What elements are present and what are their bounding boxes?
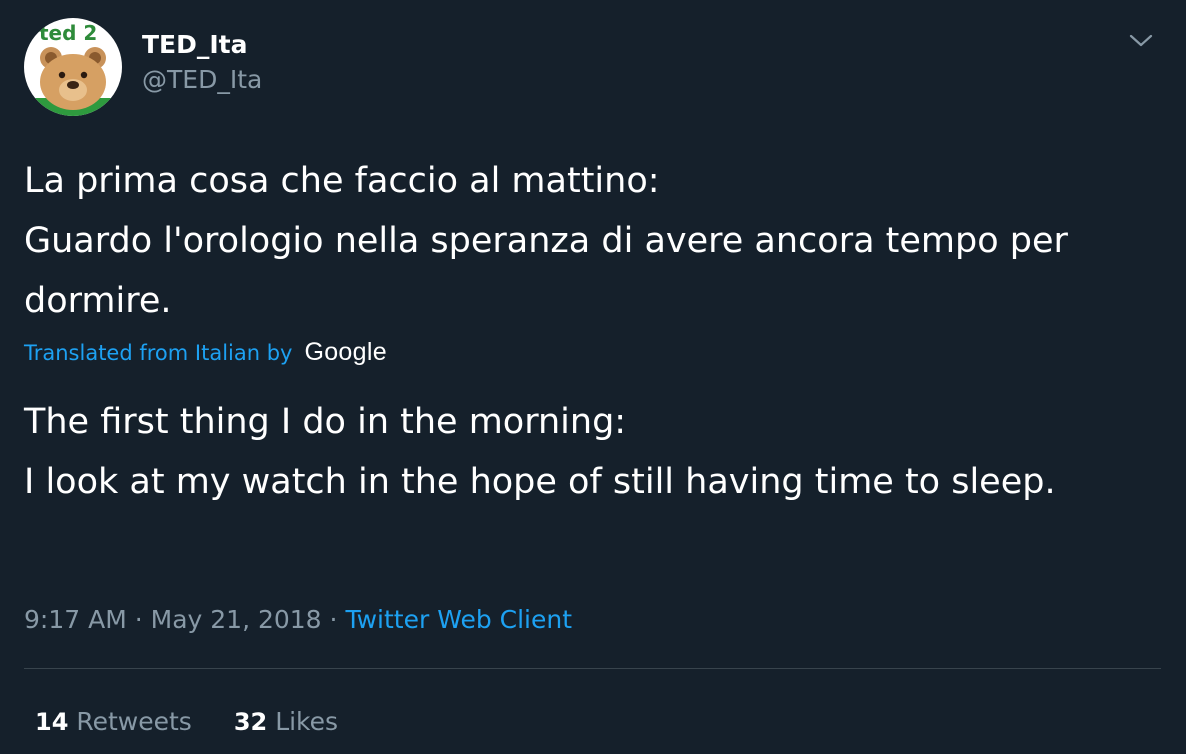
translation-attribution: Translated from Italian by Google — [24, 338, 387, 367]
likes-stat[interactable]: 32 Likes — [234, 702, 338, 742]
tweet-stats: 14 Retweets 32 Likes — [35, 702, 380, 742]
display-name[interactable]: TED_Ita — [142, 28, 262, 62]
likes-label: Likes — [275, 707, 339, 736]
tweet-card: ted 2 TED_Ita @TED_Ita La prima cosa che… — [0, 0, 1186, 754]
user-handle[interactable]: @TED_Ita — [142, 62, 262, 98]
meta-separator: · — [329, 605, 338, 634]
translation-label[interactable]: Translated from Italian by — [24, 341, 292, 365]
tweet-source-link[interactable]: Twitter Web Client — [345, 605, 572, 634]
retweets-count: 14 — [35, 708, 69, 736]
tweet-date[interactable]: May 21, 2018 — [151, 605, 322, 634]
avatar-logo-text: ted 2 — [39, 21, 98, 45]
tweet-meta: 9:17 AM · May 21, 2018 · Twitter Web Cli… — [24, 600, 572, 640]
divider — [24, 668, 1161, 669]
user-names: TED_Ita @TED_Ita — [142, 18, 262, 98]
retweets-stat[interactable]: 14 Retweets — [35, 702, 192, 742]
google-logo: Google — [304, 338, 387, 366]
tweet-header: ted 2 TED_Ita @TED_Ita — [24, 18, 262, 116]
meta-separator: · — [134, 605, 143, 634]
avatar[interactable]: ted 2 — [24, 18, 122, 116]
chevron-down-icon[interactable] — [1126, 28, 1156, 52]
tweet-original-text: La prima cosa che faccio al mattino: Gua… — [24, 161, 1068, 321]
likes-count: 32 — [233, 708, 268, 736]
retweets-label: Retweets — [76, 707, 192, 736]
tweet-translated-text: The first thing I do in the morning: I l… — [24, 402, 1056, 502]
tweet-time[interactable]: 9:17 AM — [24, 605, 127, 634]
